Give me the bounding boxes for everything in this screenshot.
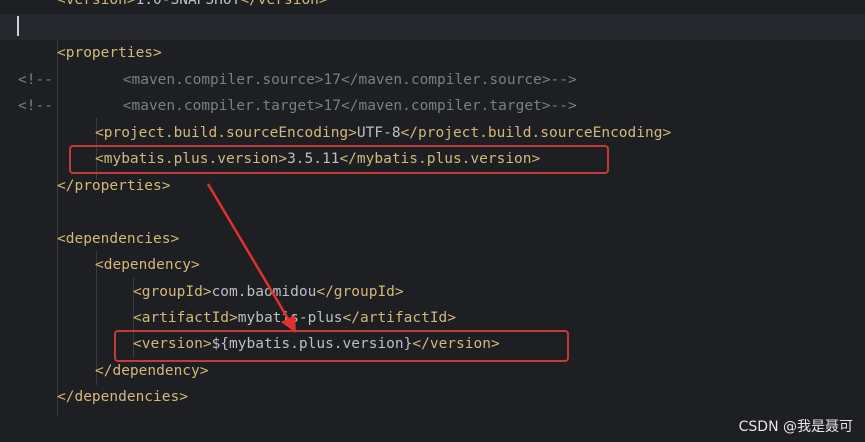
code-editor[interactable]: <version>1.0-SNAPSHOT</version> <properti… — [0, 0, 865, 442]
annotation-arrow — [206, 183, 296, 333]
watermark: CSDN @我是聂可 — [738, 419, 853, 435]
